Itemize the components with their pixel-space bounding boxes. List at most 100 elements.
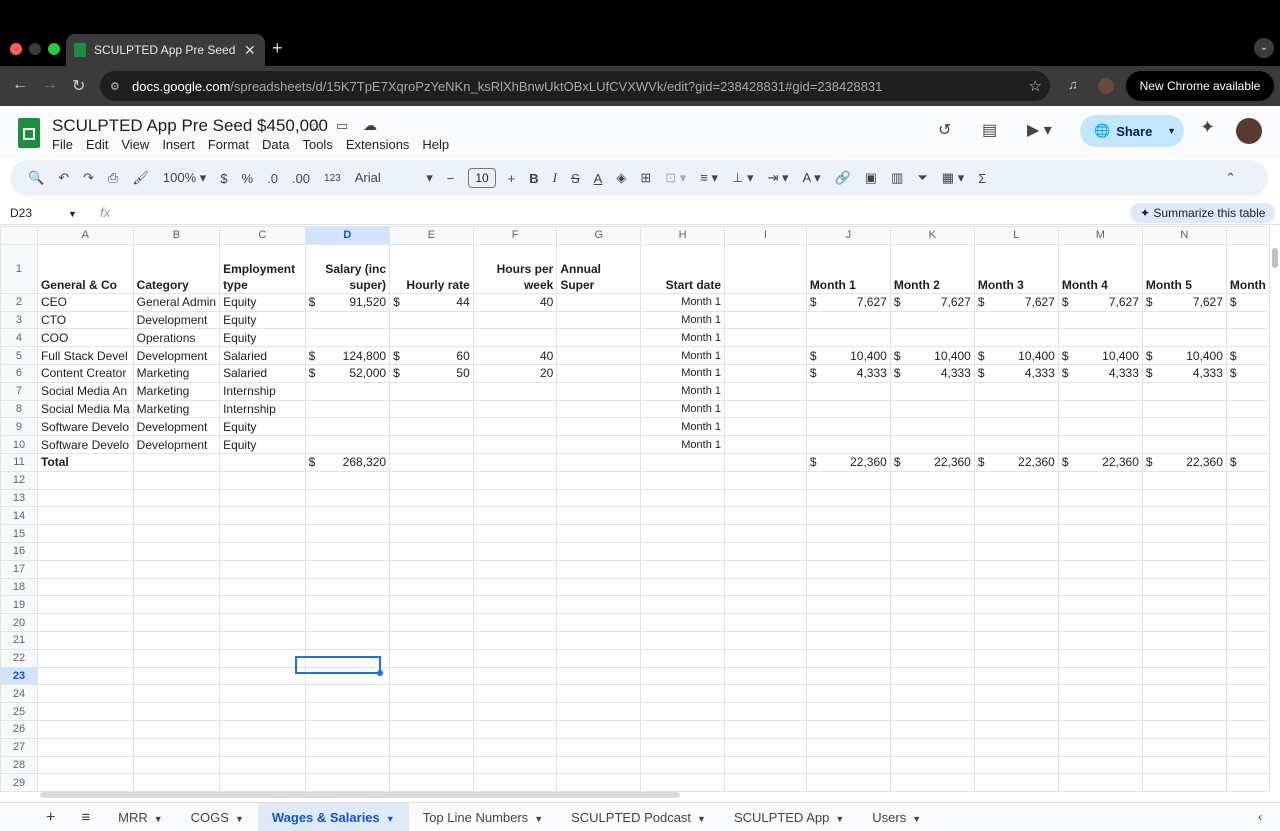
cell-j20[interactable] [805,613,891,632]
bold-icon[interactable]: B [529,171,538,186]
cell-i18[interactable] [724,577,807,597]
cell-d10[interactable] [304,435,391,454]
cell-n15[interactable] [1141,524,1227,543]
column-header-partial[interactable] [1225,226,1270,245]
cell-o3[interactable] [1225,310,1270,330]
move-folder-icon[interactable]: ▭ [336,118,348,134]
cell-i2[interactable] [724,292,807,312]
text-color-icon[interactable]: A [594,171,603,186]
cell-b21[interactable] [132,630,221,650]
cell-a18[interactable] [36,577,134,597]
cell-e22[interactable] [389,648,474,668]
cell-k21[interactable] [889,630,975,650]
cell-j1[interactable]: Month 1 [805,243,891,294]
cell-c23[interactable] [219,666,306,686]
cell-n21[interactable] [1141,630,1227,650]
cell-j15[interactable] [805,524,891,543]
cell-k29[interactable] [889,773,975,792]
cell-a15[interactable] [36,524,134,543]
cell-a1[interactable]: General & Co [36,243,134,294]
cell-l23[interactable] [973,666,1059,686]
gemini-sparkle-icon[interactable]: ✦ [1200,117,1215,138]
column-header-a[interactable]: A [36,226,134,245]
cell-k3[interactable] [889,310,975,330]
menu-help[interactable]: Help [422,137,449,152]
row-header-4[interactable]: 4 [0,328,38,348]
cell-h2[interactable]: Month 1 [640,292,726,312]
cell-m12[interactable] [1057,470,1143,490]
cell-c5[interactable]: Salaried [219,346,306,365]
select-all-corner[interactable] [0,226,38,245]
cell-a10[interactable]: Software Develo [36,435,134,454]
cell-k2[interactable]: $7,627 [889,292,975,312]
cell-n10[interactable] [1141,435,1227,454]
share-dropdown-icon[interactable]: ▼ [1167,126,1176,136]
cell-h14[interactable] [640,506,726,526]
undo-icon[interactable]: ↶ [58,170,69,186]
text-rotation-icon[interactable]: A ▾ [803,170,821,186]
more-formats-button[interactable]: 123 [324,173,341,184]
currency-format-button[interactable]: $ [220,171,227,186]
cell-n3[interactable] [1141,310,1227,330]
cell-j28[interactable] [805,755,891,775]
cell-g7[interactable] [556,381,642,401]
document-title[interactable]: SCULPTED App Pre Seed $450,000 [52,116,328,136]
cell-a14[interactable] [36,506,134,526]
cell-a19[interactable] [36,595,134,615]
zoom-select[interactable]: 100% ▾ [163,170,206,186]
cell-b19[interactable] [132,595,221,615]
cell-f23[interactable] [472,666,558,686]
cell-h17[interactable] [640,559,726,579]
cell-f19[interactable] [472,595,558,615]
column-header-c[interactable]: C [219,226,306,245]
menu-file[interactable]: File [52,137,73,152]
cell-f10[interactable] [472,435,558,454]
row-header-27[interactable]: 27 [0,737,38,757]
cell-k4[interactable] [889,328,975,348]
cell-e3[interactable] [389,310,474,330]
cell-g29[interactable] [556,773,642,792]
formula-input[interactable] [120,203,1120,223]
cell-o19[interactable] [1225,595,1270,615]
cell-f17[interactable] [472,559,558,579]
cell-n6[interactable]: $4,333 [1141,363,1227,383]
cell-i13[interactable] [724,488,807,508]
cell-j18[interactable] [805,577,891,597]
cell-f2[interactable]: 40 [472,292,558,312]
row-header-7[interactable]: 7 [0,381,38,401]
cell-b22[interactable] [132,648,221,668]
cell-i19[interactable] [724,595,807,615]
row-header-25[interactable]: 25 [0,702,38,721]
cell-f28[interactable] [472,755,558,775]
cell-k10[interactable] [889,435,975,454]
menu-data[interactable]: Data [262,137,289,152]
cell-e17[interactable] [389,559,474,579]
cell-l25[interactable] [973,702,1059,721]
cell-i5[interactable] [724,346,807,365]
cell-m16[interactable] [1057,541,1143,561]
cell-e11[interactable] [389,452,474,472]
column-header-k[interactable]: K [889,226,975,245]
cell-e15[interactable] [389,524,474,543]
cell-m13[interactable] [1057,488,1143,508]
cell-d8[interactable] [304,399,391,419]
cell-d9[interactable] [304,417,391,437]
fill-color-icon[interactable]: ◈ [616,170,626,186]
cell-table[interactable]: ABCDEFGHIJKLMN 1 General & Co Category Empl… [0,226,1270,792]
cell-n28[interactable] [1141,755,1227,775]
cell-a8[interactable]: Social Media Ma [36,399,134,419]
cell-h13[interactable] [640,488,726,508]
cell-f16[interactable] [472,541,558,561]
cell-o28[interactable] [1225,755,1270,775]
cell-i1[interactable] [724,243,807,294]
cell-a27[interactable] [36,737,134,757]
cell-k23[interactable] [889,666,975,686]
tab-search-icon[interactable]: ⌄ [1254,38,1274,58]
column-header-j[interactable]: J [805,226,891,245]
sheets-logo-icon[interactable] [18,118,40,148]
cell-o29[interactable] [1225,773,1270,792]
cell-b8[interactable]: Marketing [132,399,221,419]
cell-g8[interactable] [556,399,642,419]
cell-c7[interactable]: Internship [219,381,306,401]
cell-a2[interactable]: CEO [36,292,134,312]
